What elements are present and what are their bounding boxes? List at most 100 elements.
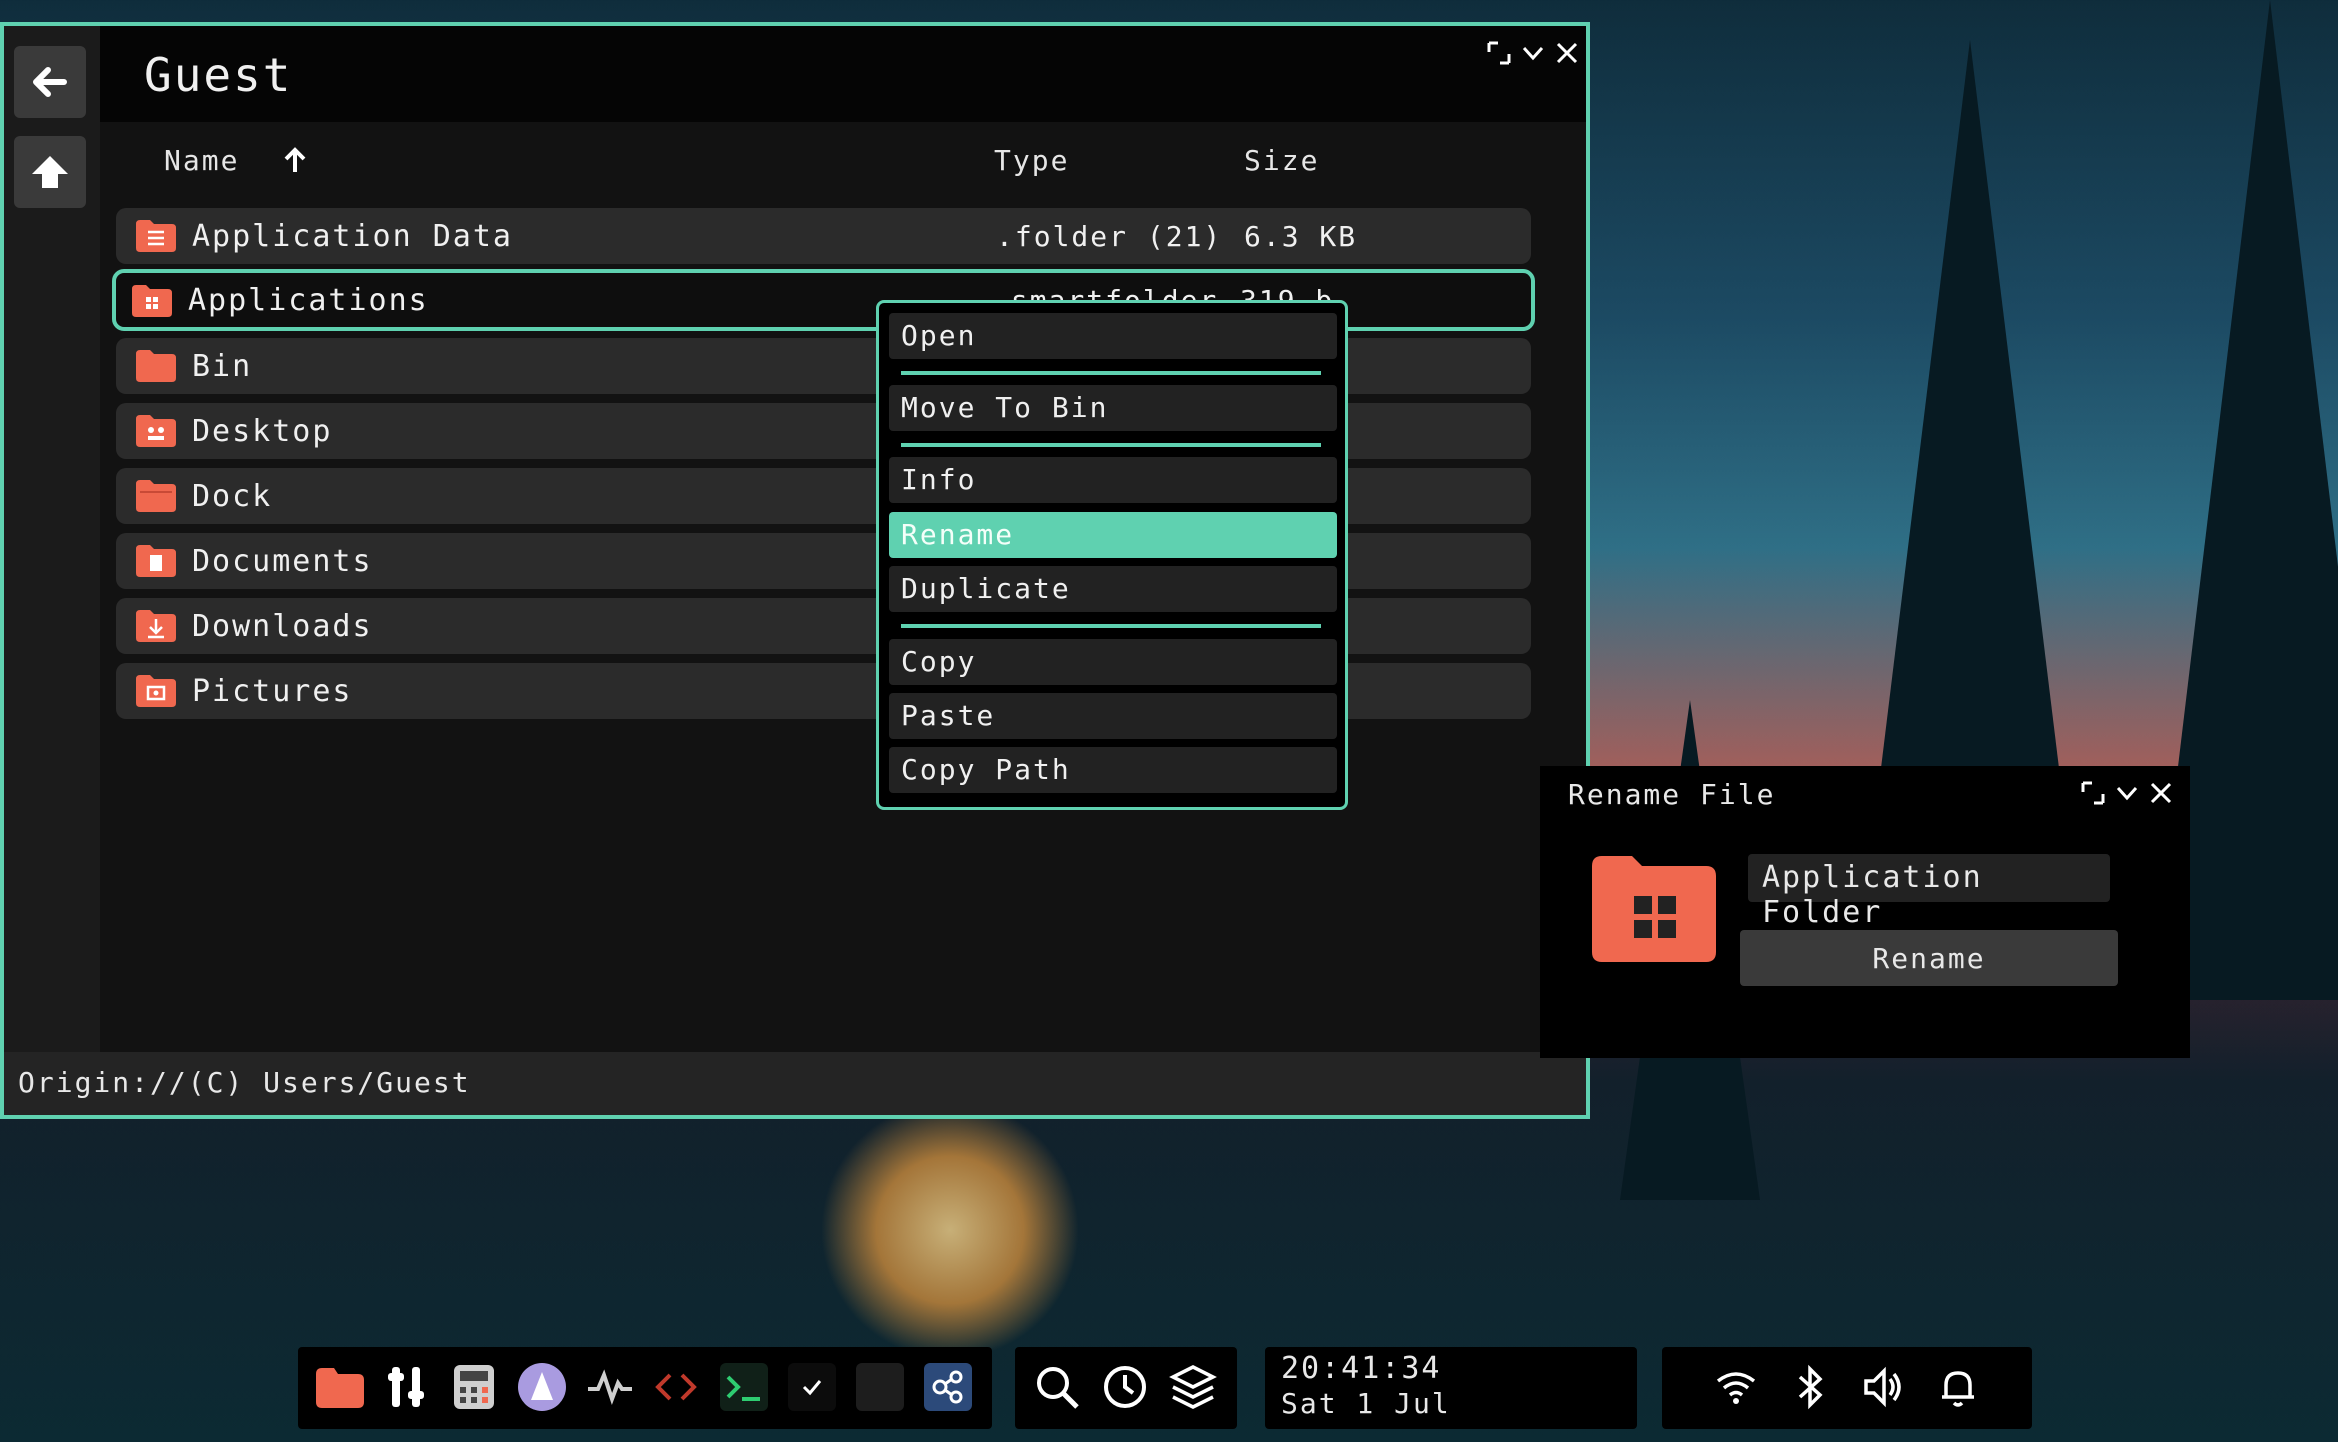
bluetooth-button[interactable]	[1782, 1359, 1838, 1415]
file-manager-window: Guest Name Type Size Application Data .f…	[0, 22, 1590, 1119]
home-up-icon	[32, 156, 68, 188]
layers-icon	[1169, 1365, 1217, 1409]
shape-app-icon	[518, 1363, 566, 1411]
bluetooth-icon	[1798, 1364, 1823, 1410]
dock-code-editor[interactable]	[648, 1359, 704, 1415]
status-bar: Origin://(C) Users/Guest	[4, 1052, 1586, 1115]
back-button[interactable]	[14, 46, 86, 118]
menu-item-duplicate[interactable]: Duplicate	[889, 566, 1337, 612]
column-name-label: Name	[164, 144, 240, 177]
blank-app-icon	[856, 1363, 904, 1411]
volume-button[interactable]	[1856, 1359, 1912, 1415]
sort-ascending-icon	[284, 147, 306, 172]
rename-input[interactable]: Application Folder	[1748, 854, 2110, 930]
maximize-icon	[2081, 781, 2105, 805]
chevron-down-icon	[2116, 786, 2138, 801]
clock-panel[interactable]: 20:41:34 Sat 1 Jul	[1265, 1347, 1637, 1429]
chevron-down-icon	[1522, 46, 1544, 61]
wifi-icon	[1716, 1372, 1756, 1404]
menu-item-copy-path[interactable]: Copy Path	[889, 747, 1337, 793]
file-name: Downloads	[192, 608, 373, 644]
search-button[interactable]	[1029, 1359, 1085, 1415]
dock-tasks[interactable]	[784, 1359, 840, 1415]
rename-input-value: Application Folder	[1762, 860, 1983, 930]
dock-files[interactable]	[312, 1359, 368, 1415]
maximize-icon	[1487, 41, 1511, 65]
folder-icon	[316, 1368, 364, 1408]
wifi-button[interactable]	[1708, 1359, 1764, 1415]
network-nodes-icon	[924, 1363, 972, 1411]
menu-item-rename[interactable]: Rename	[889, 512, 1337, 558]
column-header-name[interactable]: Name	[164, 144, 308, 177]
minimize-button[interactable]	[2112, 778, 2142, 808]
arrow-left-icon	[33, 67, 67, 97]
document-folder-icon	[136, 545, 176, 577]
file-name: Dock	[192, 478, 273, 514]
close-button[interactable]	[2146, 778, 2176, 808]
calculator-icon	[454, 1365, 494, 1409]
rename-window-title: Rename File	[1568, 778, 1776, 811]
history-icon	[1104, 1366, 1146, 1408]
system-tray	[1662, 1347, 2032, 1429]
parent-folder-button[interactable]	[14, 136, 86, 208]
rename-window-controls	[2078, 778, 2176, 808]
file-name: Bin	[192, 348, 253, 384]
column-header-type[interactable]: Type	[994, 144, 1069, 177]
download-folder-icon	[136, 610, 176, 642]
apps-folder-icon	[1592, 856, 1716, 962]
menu-item-info[interactable]: Info	[889, 457, 1337, 503]
notifications-button[interactable]	[1930, 1359, 1986, 1415]
rename-window: Rename File Application Folder Rename	[1540, 766, 2190, 1058]
dock-calculator[interactable]	[446, 1359, 502, 1415]
window-title: Guest	[144, 48, 293, 102]
minimize-button[interactable]	[1518, 38, 1548, 68]
dock-settings[interactable]	[378, 1359, 434, 1415]
file-name: Applications	[188, 282, 429, 318]
dock-blank-app[interactable]	[852, 1359, 908, 1415]
code-icon	[655, 1373, 697, 1401]
folder-icon	[136, 350, 176, 382]
file-name: Desktop	[192, 413, 333, 449]
checkmark-icon	[788, 1363, 836, 1411]
menu-item-paste[interactable]: Paste	[889, 693, 1337, 739]
clock-time: 20:41:34	[1281, 1351, 1442, 1386]
dock-terminal[interactable]	[716, 1359, 772, 1415]
quick-tools-panel	[1015, 1347, 1237, 1429]
close-button[interactable]	[1552, 38, 1582, 68]
sliders-icon	[388, 1367, 424, 1407]
list-folder-icon	[136, 220, 176, 252]
clock-date: Sat 1 Jul	[1281, 1387, 1451, 1420]
column-header-size[interactable]: Size	[1244, 144, 1319, 177]
history-button[interactable]	[1097, 1359, 1153, 1415]
maximize-button[interactable]	[2078, 778, 2108, 808]
menu-separator	[901, 624, 1321, 628]
maximize-button[interactable]	[1484, 38, 1514, 68]
bell-icon	[1942, 1371, 1974, 1407]
pulse-icon	[588, 1369, 632, 1405]
apps-folder-icon	[132, 285, 172, 317]
dock-activity-monitor[interactable]	[582, 1359, 638, 1415]
sidebar	[4, 26, 100, 1056]
file-type: .folder (21)	[996, 219, 1223, 253]
rename-button[interactable]: Rename	[1740, 930, 2118, 986]
file-row[interactable]: Application Data .folder (21) 6.3 KB	[116, 208, 1531, 264]
menu-separator	[901, 443, 1321, 447]
dock-app-purple[interactable]	[514, 1359, 570, 1415]
dock	[298, 1347, 992, 1429]
terminal-icon	[720, 1363, 768, 1411]
menu-separator	[901, 371, 1321, 375]
dock-network[interactable]	[920, 1359, 976, 1415]
file-size: 6.3 KB	[1244, 219, 1358, 253]
menu-item-copy[interactable]: Copy	[889, 639, 1337, 685]
context-menu: Open Move To Bin Info Rename Duplicate C…	[876, 300, 1348, 810]
layers-button[interactable]	[1165, 1359, 1221, 1415]
file-name: Pictures	[192, 673, 353, 709]
file-name: Application Data	[192, 218, 513, 254]
window-controls	[1484, 38, 1582, 68]
desktop-folder-icon	[136, 415, 176, 447]
menu-item-open[interactable]: Open	[889, 313, 1337, 359]
menu-item-move-to-bin[interactable]: Move To Bin	[889, 385, 1337, 431]
search-icon	[1037, 1367, 1079, 1409]
speaker-icon	[1864, 1366, 1901, 1408]
close-icon	[1556, 42, 1578, 64]
